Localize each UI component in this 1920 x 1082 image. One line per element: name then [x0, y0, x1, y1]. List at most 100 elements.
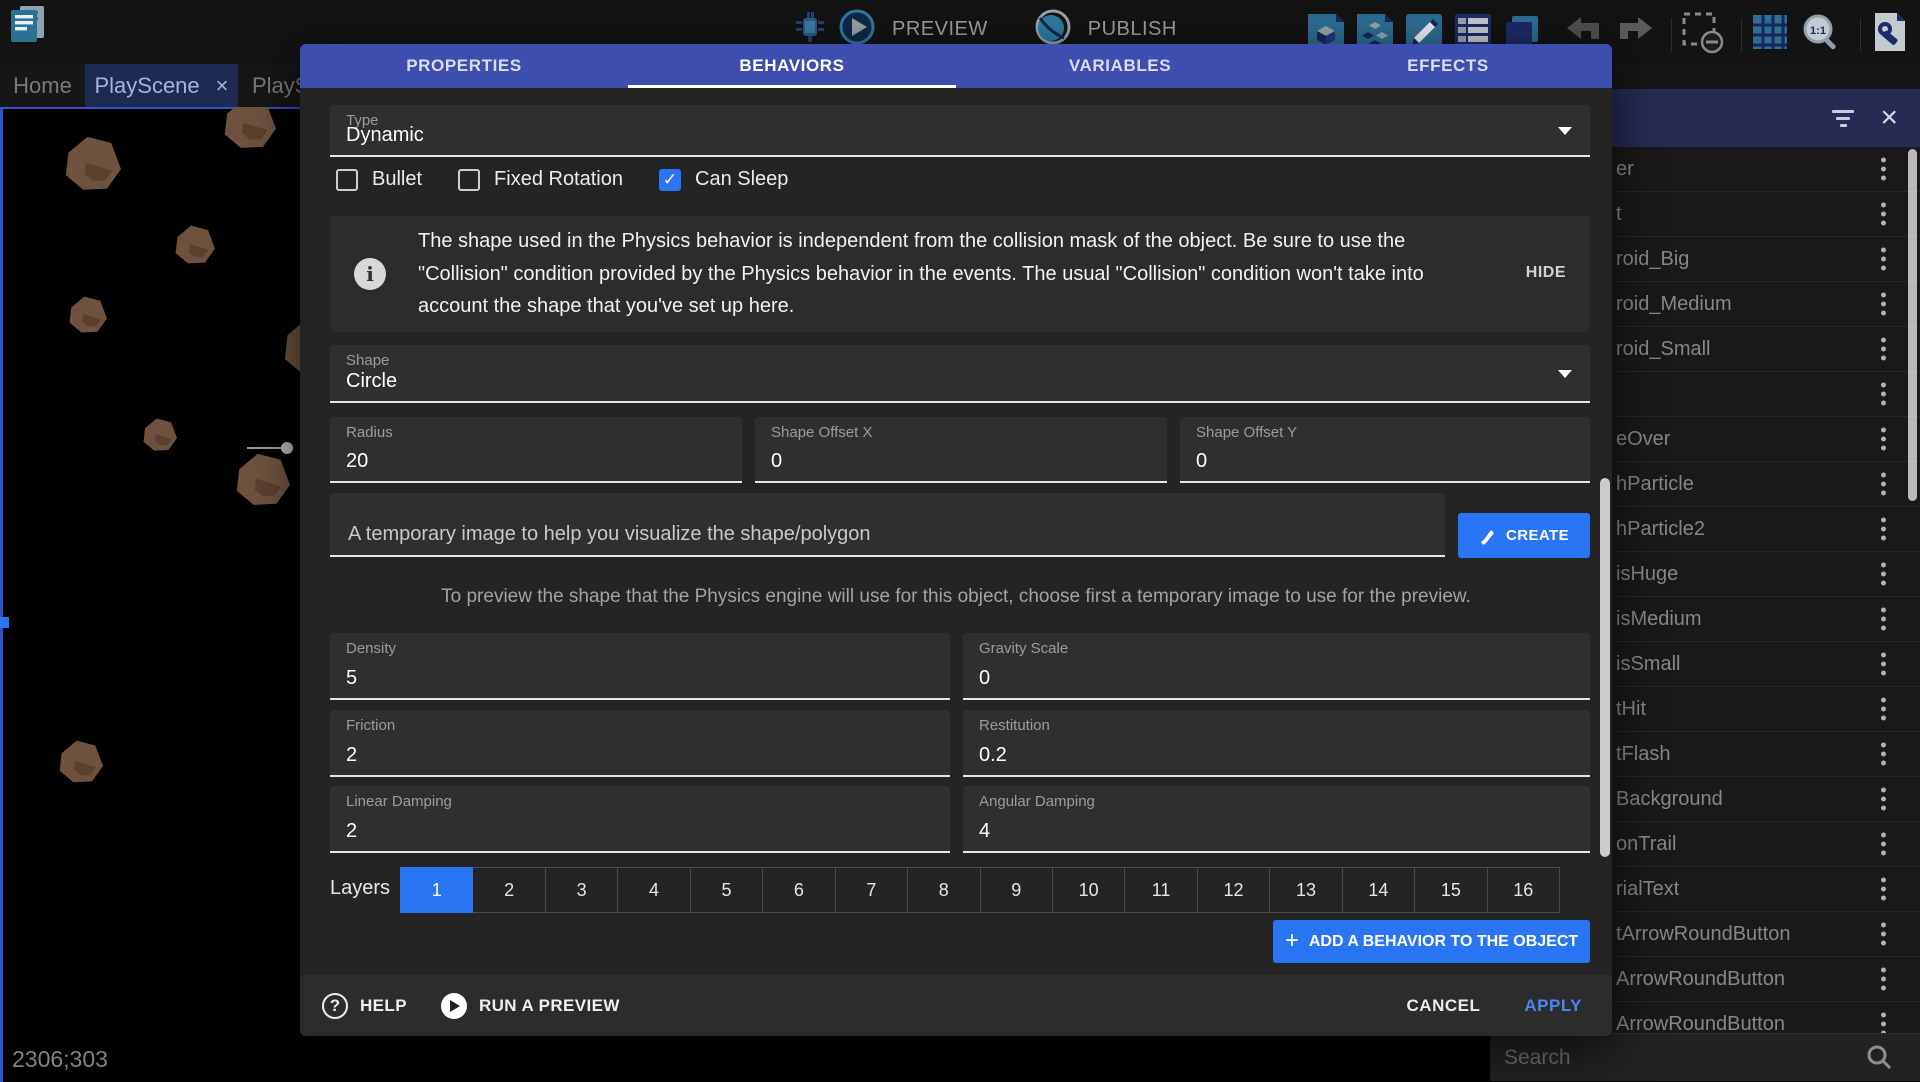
layer-button-7[interactable]: 7	[836, 867, 908, 913]
preview-button[interactable]: PREVIEW	[892, 18, 988, 41]
layer-button-8[interactable]: 8	[908, 867, 980, 913]
kebab-menu-icon[interactable]	[1881, 653, 1886, 676]
redo-icon[interactable]	[1614, 14, 1654, 55]
filter-icon[interactable]	[1832, 110, 1854, 127]
layer-buttons: 12345678910111213141516	[400, 867, 1560, 913]
search-input[interactable]	[1502, 1040, 1836, 1076]
kebab-menu-icon[interactable]	[1881, 293, 1886, 316]
fixed-rotation-checkbox[interactable]	[458, 169, 480, 191]
info-box: i The shape used in the Physics behavior…	[330, 216, 1590, 332]
close-panel-icon[interactable]: ×	[1880, 103, 1898, 133]
info-icon: i	[354, 258, 386, 290]
preview-hint: To preview the shape that the Physics en…	[300, 586, 1612, 608]
layer-button-3[interactable]: 3	[546, 867, 618, 913]
type-select[interactable]: Type Dynamic	[330, 105, 1590, 157]
cursor-coordinates: 2306;303	[12, 1046, 108, 1073]
shape-label: Shape	[346, 352, 389, 369]
tab-behaviors[interactable]: BEHAVIORS	[628, 44, 956, 88]
linear-damping-field[interactable]: Linear Damping 2	[330, 786, 950, 853]
brush-icon	[1479, 527, 1497, 545]
temp-image-input[interactable]	[346, 522, 1354, 547]
layer-button-6[interactable]: 6	[763, 867, 835, 913]
bullet-checkbox[interactable]	[336, 169, 358, 191]
publish-button[interactable]: PUBLISH	[1088, 18, 1177, 41]
kebab-menu-icon[interactable]	[1881, 833, 1886, 856]
layer-button-10[interactable]: 10	[1053, 867, 1125, 913]
kebab-menu-icon[interactable]	[1881, 788, 1886, 811]
kebab-menu-icon[interactable]	[1881, 338, 1886, 361]
help-icon[interactable]: ?	[322, 993, 348, 1019]
physics-flags-row: Bullet Fixed Rotation ✓ Can Sleep	[336, 168, 810, 191]
kebab-menu-icon[interactable]	[1881, 383, 1886, 406]
tab-effects[interactable]: EFFECTS	[1284, 44, 1612, 88]
plus-icon: +	[1285, 927, 1299, 955]
info-text: The shape used in the Physics behavior i…	[418, 225, 1493, 323]
kebab-menu-icon[interactable]	[1881, 428, 1886, 451]
tab-playscene[interactable]: PlayScene ×	[85, 64, 238, 107]
physics-behavior-dialog: PROPERTIES BEHAVIORS VARIABLES EFFECTS T…	[300, 44, 1612, 1036]
kebab-menu-icon[interactable]	[1881, 203, 1886, 226]
layer-button-2[interactable]: 2	[473, 867, 545, 913]
layer-button-4[interactable]: 4	[618, 867, 690, 913]
restitution-field[interactable]: Restitution 0.2	[963, 710, 1590, 777]
tab-home[interactable]: Home	[0, 64, 85, 107]
layer-button-9[interactable]: 9	[981, 867, 1053, 913]
object-search-bar	[1490, 1033, 1920, 1081]
tab-properties[interactable]: PROPERTIES	[300, 44, 628, 88]
project-settings-icon[interactable]	[1869, 11, 1911, 58]
can-sleep-label: Can Sleep	[695, 168, 788, 191]
bullet-label: Bullet	[372, 168, 422, 191]
shape-offset-y-field[interactable]: Shape Offset Y 0	[1180, 417, 1590, 483]
panel-scrollbar[interactable]	[1908, 149, 1917, 501]
deselect-instances-icon[interactable]	[1680, 10, 1724, 59]
radius-field[interactable]: Radius 20	[330, 417, 742, 483]
layer-button-5[interactable]: 5	[691, 867, 763, 913]
kebab-menu-icon[interactable]	[1881, 968, 1886, 991]
kebab-menu-icon[interactable]	[1881, 878, 1886, 901]
help-button[interactable]: HELP	[360, 996, 407, 1016]
layer-button-12[interactable]: 12	[1198, 867, 1270, 913]
layer-button-15[interactable]: 15	[1415, 867, 1487, 913]
dialog-scrollbar[interactable]	[1600, 478, 1610, 857]
tab-variables[interactable]: VARIABLES	[956, 44, 1284, 88]
project-manager-icon[interactable]	[8, 4, 48, 49]
hide-button[interactable]: HIDE	[1526, 264, 1566, 282]
kebab-menu-icon[interactable]	[1881, 473, 1886, 496]
shape-select[interactable]: Shape Circle	[330, 345, 1590, 403]
layer-button-1[interactable]: 1	[400, 867, 473, 913]
layer-button-11[interactable]: 11	[1125, 867, 1197, 913]
density-field[interactable]: Density 5	[330, 633, 950, 700]
kebab-menu-icon[interactable]	[1881, 518, 1886, 541]
dialog-footer: ? HELP RUN A PREVIEW CANCEL APPLY	[300, 975, 1612, 1036]
temp-image-field[interactable]	[330, 493, 1445, 557]
layer-button-16[interactable]: 16	[1488, 867, 1560, 913]
add-behavior-button[interactable]: + ADD A BEHAVIOR TO THE OBJECT	[1273, 920, 1590, 963]
cancel-button[interactable]: CANCEL	[1407, 996, 1481, 1016]
layer-button-14[interactable]: 14	[1343, 867, 1415, 913]
shape-value: Circle	[346, 370, 397, 393]
tab-playscene-label: PlayScene	[94, 73, 199, 99]
can-sleep-checkbox[interactable]: ✓	[659, 169, 681, 191]
grid-icon[interactable]	[1750, 12, 1790, 57]
kebab-menu-icon[interactable]	[1881, 923, 1886, 946]
kebab-menu-icon[interactable]	[1881, 563, 1886, 586]
kebab-menu-icon[interactable]	[1881, 698, 1886, 721]
layer-button-13[interactable]: 13	[1270, 867, 1342, 913]
chevron-down-icon	[1558, 370, 1572, 378]
kebab-menu-icon[interactable]	[1881, 743, 1886, 766]
tab-close-icon[interactable]: ×	[216, 73, 229, 99]
apply-button[interactable]: APPLY	[1524, 996, 1582, 1016]
kebab-menu-icon[interactable]	[1881, 248, 1886, 271]
gravity-scale-field[interactable]: Gravity Scale 0	[963, 633, 1590, 700]
create-button[interactable]: CREATE	[1458, 513, 1590, 558]
kebab-menu-icon[interactable]	[1881, 158, 1886, 181]
type-value: Dynamic	[346, 124, 424, 147]
friction-field[interactable]: Friction 2	[330, 710, 950, 777]
run-preview-icon[interactable]	[441, 993, 467, 1019]
kebab-menu-icon[interactable]	[1881, 608, 1886, 631]
angular-damping-field[interactable]: Angular Damping 4	[963, 786, 1590, 853]
run-preview-button[interactable]: RUN A PREVIEW	[479, 996, 620, 1016]
layers-label: Layers	[330, 877, 390, 900]
zoom-original-icon[interactable]: 1:1	[1799, 10, 1843, 59]
shape-offset-x-field[interactable]: Shape Offset X 0	[755, 417, 1167, 483]
